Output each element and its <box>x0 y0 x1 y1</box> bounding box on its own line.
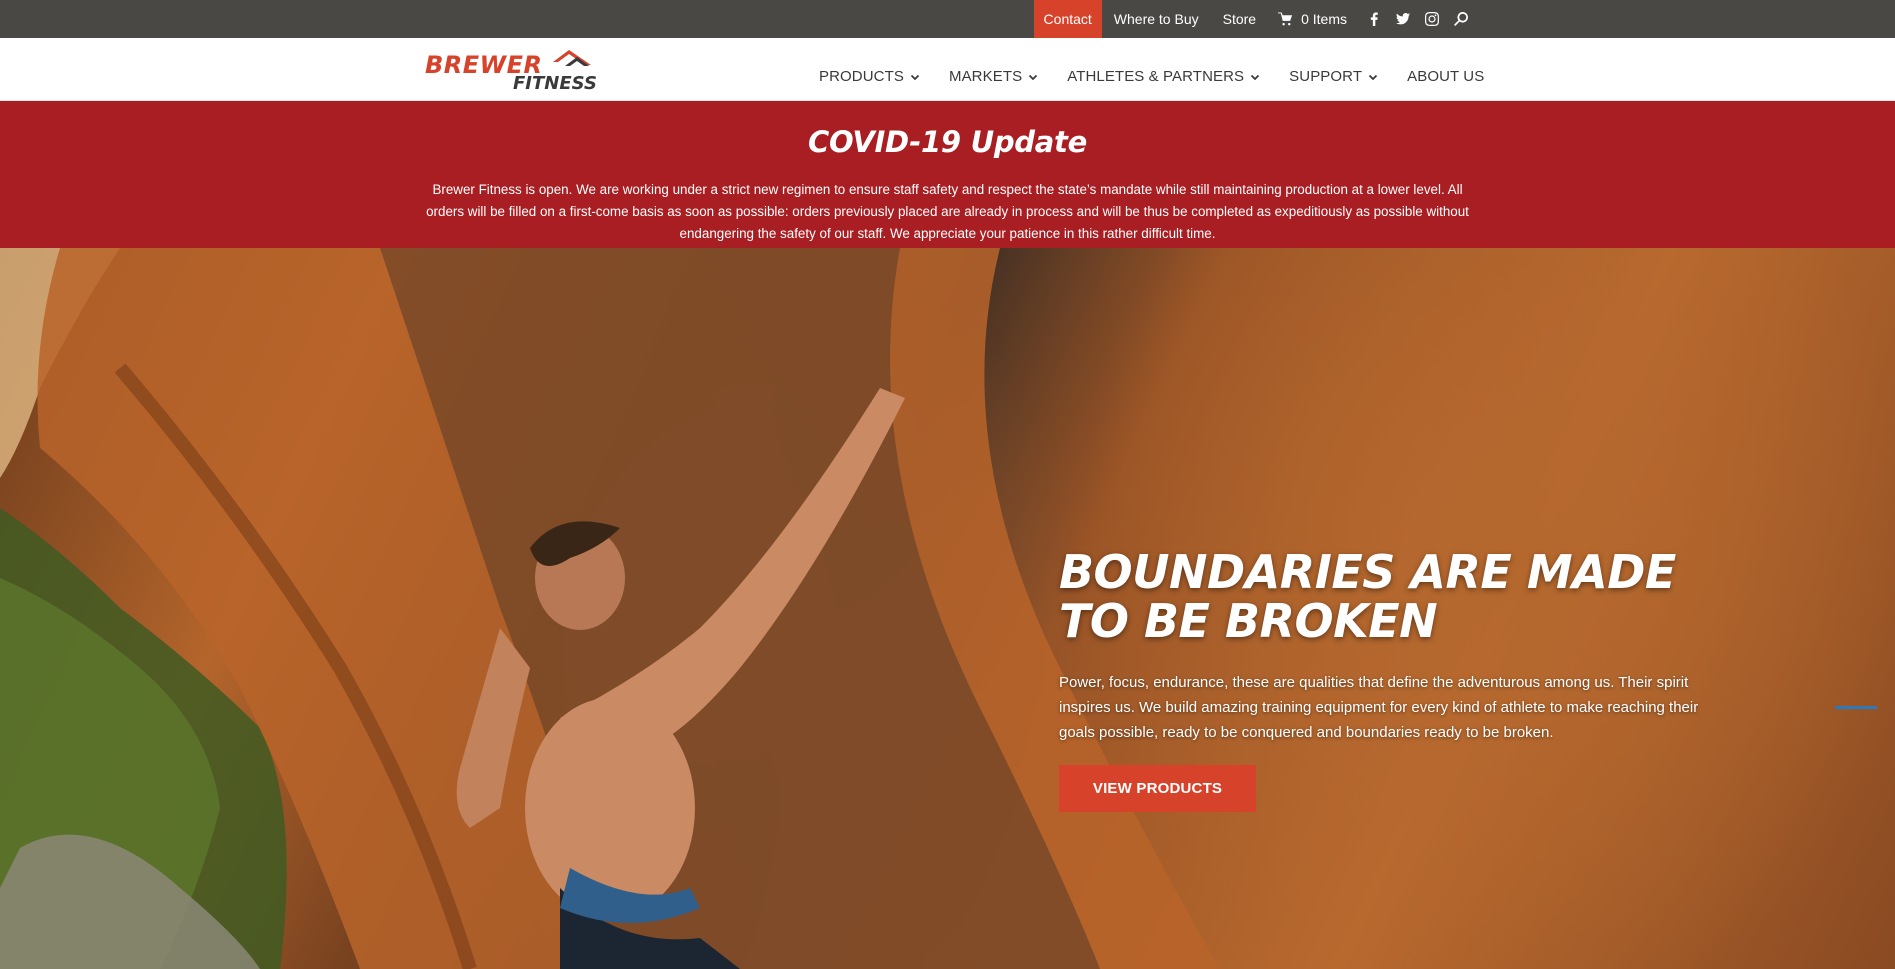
nav-item-label: ATHLETES & PARTNERS <box>1067 68 1245 85</box>
chevron-down-icon <box>1368 74 1378 80</box>
nav-item-label: SUPPORT <box>1289 68 1363 85</box>
slider-indicator[interactable] <box>1835 706 1877 709</box>
cart-icon <box>1278 12 1293 26</box>
cart-link[interactable]: 0 Items <box>1268 0 1359 38</box>
contact-link[interactable]: Contact <box>1033 0 1102 38</box>
chevron-down-icon <box>1251 74 1260 80</box>
nav-item-markets[interactable]: MARKETS <box>949 38 1038 101</box>
where-to-buy-link[interactable]: Where to Buy <box>1102 0 1211 38</box>
brewer-fitness-logo[interactable]: BREWER FITNESS <box>425 48 610 94</box>
nav-item-label: PRODUCTS <box>819 68 904 85</box>
twitter-icon[interactable] <box>1388 0 1417 38</box>
instagram-icon[interactable] <box>1417 0 1446 38</box>
hero-description: Power, focus, endurance, these are quali… <box>1059 674 1699 741</box>
store-link[interactable]: Store <box>1211 0 1268 38</box>
covid-banner: COVID-19 Update Brewer Fitness is open. … <box>0 101 1895 248</box>
facebook-icon[interactable] <box>1359 0 1388 38</box>
logo-text-fitness: FITNESS <box>513 73 597 90</box>
main-header: BREWER FITNESS PRODUCTS MARKETS ATHLETES… <box>0 38 1895 101</box>
main-nav: PRODUCTS MARKETS ATHLETES & PARTNERS SUP… <box>819 38 1484 101</box>
chevron-down-icon <box>910 74 920 80</box>
hero-title: BOUNDARIES ARE MADE TO BE BROKEN <box>1059 545 1676 648</box>
cart-count-label: 0 Items <box>1301 11 1347 27</box>
top-utility-bar: Contact Where to Buy Store 0 Items <box>0 0 1895 38</box>
nav-item-label: MARKETS <box>948 68 1023 85</box>
search-icon[interactable] <box>1446 0 1475 38</box>
covid-body-text: Brewer Fitness is open. We are working u… <box>426 182 1469 241</box>
nav-item-athletes-partners[interactable]: ATHLETES & PARTNERS <box>1067 38 1260 101</box>
nav-item-products[interactable]: PRODUCTS <box>819 38 920 101</box>
chevron-down-icon <box>1029 74 1038 80</box>
view-products-button[interactable]: VIEW PRODUCTS <box>1059 765 1256 812</box>
covid-title: COVID-19 Update <box>808 125 1087 159</box>
hero-section: BOUNDARIES ARE MADE TO BE BROKEN Power, … <box>0 248 1895 969</box>
nav-item-about-us[interactable]: ABOUT US <box>1407 38 1484 101</box>
nav-item-support[interactable]: SUPPORT <box>1289 38 1378 101</box>
top-utility-links: Contact Where to Buy Store 0 Items <box>1033 0 1475 38</box>
nav-item-label: ABOUT US <box>1407 68 1485 85</box>
